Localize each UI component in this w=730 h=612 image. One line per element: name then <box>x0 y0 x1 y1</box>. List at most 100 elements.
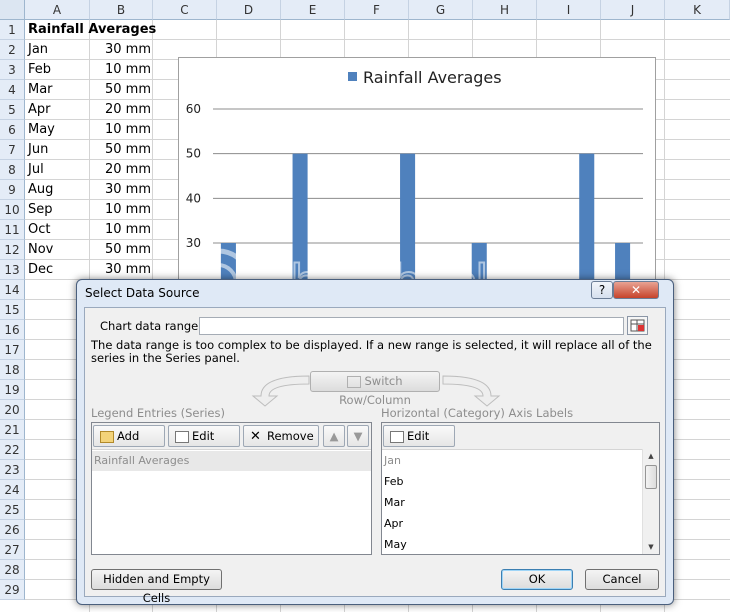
cell-rainfall[interactable]: 30 mm <box>90 260 151 280</box>
edit-axis-button[interactable]: Edit <box>383 425 455 447</box>
cell-month[interactable]: Jan <box>28 40 48 60</box>
axis-label-item[interactable]: Feb <box>384 472 403 492</box>
legend-toolbar: Add Edit ✕ Remove ▲ ▼ <box>92 423 371 450</box>
cancel-button[interactable]: Cancel <box>585 569 659 590</box>
row-header[interactable]: 28 <box>0 560 25 580</box>
cell-month[interactable]: Feb <box>28 60 51 80</box>
range-picker-icon[interactable] <box>627 316 648 335</box>
remove-icon: ✕ <box>250 428 261 444</box>
column-header[interactable]: K <box>665 0 730 20</box>
cell-month[interactable]: Aug <box>28 180 53 200</box>
cell-month[interactable]: Dec <box>28 260 53 280</box>
cell-month[interactable]: Nov <box>28 240 53 260</box>
cell-rainfall[interactable]: 10 mm <box>90 60 151 80</box>
column-header[interactable]: D <box>217 0 281 20</box>
column-header[interactable]: H <box>473 0 537 20</box>
move-down-button[interactable]: ▼ <box>347 425 369 447</box>
row-header[interactable]: 13 <box>0 260 25 280</box>
row-header[interactable]: 9 <box>0 180 25 200</box>
row-header[interactable]: 5 <box>0 100 25 120</box>
row-header[interactable]: 15 <box>0 300 25 320</box>
cell-month[interactable]: Apr <box>28 100 51 120</box>
row-header[interactable]: 11 <box>0 220 25 240</box>
edit-series-button[interactable]: Edit <box>168 425 240 447</box>
remove-series-button[interactable]: ✕ Remove <box>243 425 319 447</box>
cell-rainfall[interactable]: 20 mm <box>90 160 151 180</box>
scroll-up-icon[interactable]: ▲ <box>643 449 659 463</box>
row-header[interactable]: 20 <box>0 400 25 420</box>
row-header[interactable]: 7 <box>0 140 25 160</box>
row-header[interactable]: 4 <box>0 80 25 100</box>
cell-month[interactable]: Oct <box>28 220 50 240</box>
cell-month[interactable]: Mar <box>28 80 53 100</box>
cell-month[interactable]: Jun <box>28 140 48 160</box>
row-header[interactable]: 25 <box>0 500 25 520</box>
cell-rainfall[interactable]: 50 mm <box>90 80 151 100</box>
row-header[interactable]: 29 <box>0 580 25 600</box>
axis-label-item[interactable]: Jan <box>384 451 401 471</box>
switch-row-column-button[interactable]: Switch Row/Column <box>310 371 440 407</box>
axis-list-scrollbar[interactable]: ▲ ▼ <box>642 449 659 554</box>
select-all-corner[interactable] <box>0 0 25 20</box>
row-header[interactable]: 14 <box>0 280 25 300</box>
row-header[interactable]: 10 <box>0 200 25 220</box>
cell-rainfall[interactable]: 30 mm <box>90 180 151 200</box>
scroll-down-icon[interactable]: ▼ <box>643 540 659 554</box>
help-button[interactable]: ? <box>591 281 613 299</box>
cell-rainfall[interactable]: 30 mm <box>90 40 151 60</box>
row-header[interactable]: 24 <box>0 480 25 500</box>
row-header[interactable]: 8 <box>0 160 25 180</box>
chart-range-label: Chart data range: <box>100 319 203 333</box>
column-header[interactable]: J <box>601 0 665 20</box>
axis-label-item[interactable]: Mar <box>384 493 405 513</box>
move-up-button[interactable]: ▲ <box>323 425 345 447</box>
cell-rainfall[interactable]: 20 mm <box>90 100 151 120</box>
row-header[interactable]: 3 <box>0 60 25 80</box>
row-header[interactable]: 22 <box>0 440 25 460</box>
row-header[interactable]: 16 <box>0 320 25 340</box>
cell-rainfall[interactable]: 50 mm <box>90 140 151 160</box>
cell-rainfall[interactable]: 10 mm <box>90 220 151 240</box>
row-header[interactable]: 19 <box>0 380 25 400</box>
row-header[interactable]: 12 <box>0 240 25 260</box>
column-header[interactable]: I <box>537 0 601 20</box>
row-header[interactable]: 17 <box>0 340 25 360</box>
hidden-empty-cells-button[interactable]: Hidden and Empty Cells <box>91 569 222 605</box>
add-icon <box>100 430 114 443</box>
column-header[interactable]: A <box>25 0 90 20</box>
axis-label-item[interactable]: Apr <box>384 514 403 534</box>
cell-a1-title[interactable]: Rainfall Averages <box>28 20 156 40</box>
up-arrow-icon: ▲ <box>329 429 339 443</box>
row-header[interactable]: 21 <box>0 420 25 440</box>
column-header[interactable]: C <box>153 0 217 20</box>
row-header[interactable]: 18 <box>0 360 25 380</box>
cell-month[interactable]: Sep <box>28 200 53 220</box>
axis-label-item[interactable]: May <box>384 535 407 555</box>
legend-entry-item[interactable]: Rainfall Averages <box>92 451 371 471</box>
column-header[interactable]: B <box>90 0 153 20</box>
cell-rainfall[interactable]: 10 mm <box>90 120 151 140</box>
dialog-title-bar[interactable]: Select Data Source ? ✕ <box>77 280 673 306</box>
add-series-button[interactable]: Add <box>93 425 165 447</box>
cell-rainfall[interactable]: 10 mm <box>90 200 151 220</box>
row-header[interactable]: 26 <box>0 520 25 540</box>
ok-button[interactable]: OK <box>501 569 573 590</box>
column-header[interactable]: F <box>345 0 409 20</box>
row-header[interactable]: 23 <box>0 460 25 480</box>
axis-labels-list[interactable]: Jan Feb Mar Apr May <box>382 449 643 554</box>
close-button[interactable]: ✕ <box>613 281 659 299</box>
legend-entries-list[interactable]: Rainfall Averages <box>92 449 371 554</box>
column-header[interactable]: G <box>409 0 473 20</box>
column-header[interactable]: E <box>281 0 345 20</box>
row-header[interactable]: 6 <box>0 120 25 140</box>
row-header[interactable]: 2 <box>0 40 25 60</box>
cell-month[interactable]: Jul <box>28 160 44 180</box>
chart-range-input[interactable] <box>199 317 624 335</box>
y-tick-label: 50 <box>186 147 201 161</box>
add-label: Add <box>117 429 140 443</box>
row-header[interactable]: 1 <box>0 20 25 40</box>
cell-month[interactable]: May <box>28 120 55 140</box>
scroll-thumb[interactable] <box>645 465 657 489</box>
row-header[interactable]: 27 <box>0 540 25 560</box>
cell-rainfall[interactable]: 50 mm <box>90 240 151 260</box>
